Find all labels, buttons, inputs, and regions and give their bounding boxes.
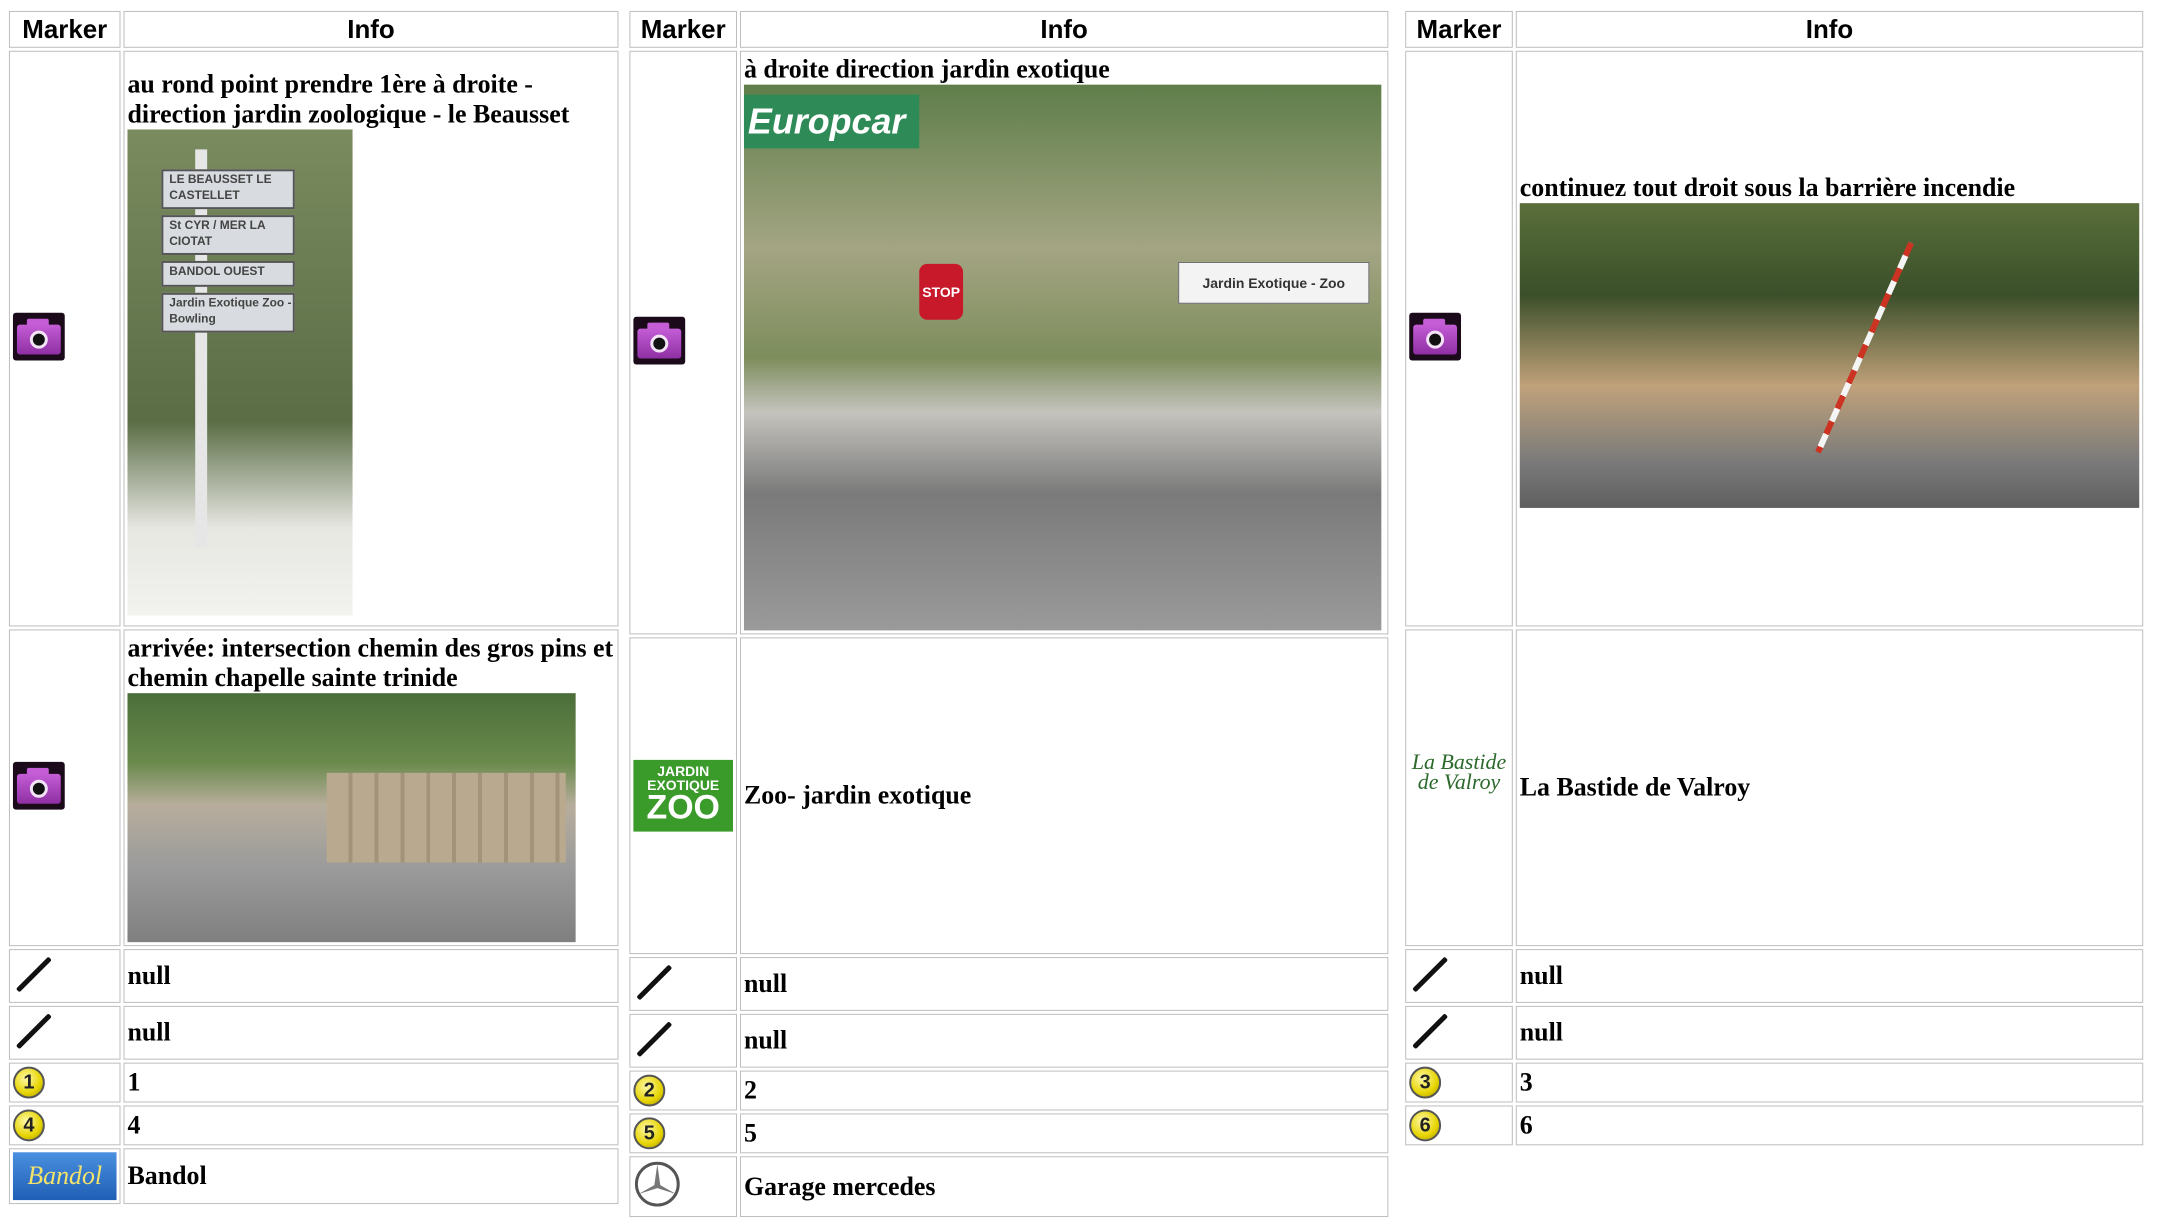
info-text: 4 [123,1105,619,1146]
info-text: null [739,957,1389,1011]
line-icon[interactable] [1409,1010,1449,1050]
table-row[interactable]: null [8,1005,619,1060]
number-5-icon[interactable]: 5 [633,1117,666,1150]
info-text: Zoo- jardin exotique [739,637,1389,955]
info-text: 6 [1515,1105,2144,1146]
line-icon[interactable] [633,1018,673,1058]
jardin-exotique-sign: Jardin Exotique - Zoo [1178,261,1370,304]
table-row[interactable]: 1 1 [8,1062,619,1103]
number-4-icon[interactable]: 4 [12,1109,45,1142]
info-text: null [123,949,619,1003]
camera-icon[interactable] [1409,312,1462,361]
table-row[interactable]: 4 4 [8,1105,619,1146]
bandol-logo[interactable]: Bandol [12,1152,117,1201]
line-icon[interactable] [633,962,673,1002]
header-info: Info [1515,10,2144,48]
photo-junction[interactable]: Europcar STOP Jardin Exotique - Zoo [743,84,1382,631]
marker-table-2: Marker Info à droite direction jardin ex… [626,8,1391,1220]
photo-road-signs[interactable]: LE BEAUSSET LE CASTELLET St CYR / MER LA… [127,129,353,616]
info-text: Garage mercedes [739,1156,1389,1218]
table-row[interactable]: JARDIN EXOTIQUE ZOO Zoo- jardin exotique [629,637,1389,955]
table-row[interactable]: arrivée: intersection chemin des gros pi… [8,629,619,947]
info-text: Bandol [123,1148,619,1205]
line-icon[interactable] [13,1010,53,1050]
header-marker: Marker [1405,10,1513,48]
header-marker: Marker [629,10,737,48]
table-row[interactable]: à droite direction jardin exotique Europ… [629,50,1389,635]
info-text: null [1515,949,2144,1003]
table-row[interactable]: null [1405,949,2144,1003]
table-row[interactable]: null [629,1013,1389,1068]
zoo-logo[interactable]: JARDIN EXOTIQUE ZOO [633,759,733,832]
info-text: continuez tout droit sous la barrière in… [1519,173,2016,203]
line-icon[interactable] [1409,954,1449,994]
header-info: Info [739,10,1389,48]
info-text: La Bastide de Valroy [1515,629,2144,947]
info-text: arrivée: intersection chemin des gros pi… [127,633,614,693]
table-row[interactable]: Bandol Bandol [8,1148,619,1205]
sign-jardin-exotique: Jardin Exotique Zoo - Bowling [161,292,295,333]
table-row[interactable]: Garage mercedes [629,1156,1389,1218]
table-row[interactable]: null [8,949,619,1003]
marker-table-1: Marker Info au rond point prendre 1ère à… [6,8,621,1207]
info-text: 1 [123,1062,619,1103]
table-row[interactable]: 5 5 [629,1113,1389,1154]
table-row[interactable]: 6 6 [1405,1105,2144,1146]
number-6-icon[interactable]: 6 [1409,1109,1442,1142]
photo-barrier[interactable] [1519,203,2140,508]
mercedes-logo[interactable] [633,1160,681,1208]
bastide-logo[interactable]: La Bastide de Valroy [1409,750,1509,826]
table-row[interactable]: La Bastide de Valroy La Bastide de Valro… [1405,629,2144,947]
header-marker: Marker [8,10,121,48]
info-text: à droite direction jardin exotique [743,54,1110,84]
info-text: null [739,1013,1389,1068]
sign-le-beausset: LE BEAUSSET LE CASTELLET [161,169,295,210]
info-text: 3 [1515,1062,2144,1103]
photo-intersection[interactable] [127,693,576,943]
sign-bandol: BANDOL OUEST [161,260,295,287]
table-row[interactable]: 2 2 [629,1070,1389,1111]
table-row[interactable]: 3 3 [1405,1062,2144,1103]
europcar-billboard: Europcar [743,94,920,149]
camera-icon[interactable] [633,316,686,365]
camera-icon[interactable] [12,761,65,810]
info-text: null [1515,1005,2144,1060]
sign-st-cyr: St CYR / MER LA CIOTAT [161,215,295,255]
info-text: au rond point prendre 1ère à droite - di… [127,69,570,129]
camera-icon[interactable] [12,312,65,361]
line-icon[interactable] [13,954,53,994]
table-row[interactable]: continuez tout droit sous la barrière in… [1405,50,2144,627]
page: Marker Info au rond point prendre 1ère à… [0,0,2152,1221]
table-row[interactable]: null [1405,1005,2144,1060]
stop-sign: STOP [919,263,964,320]
header-info: Info [123,10,619,48]
number-3-icon[interactable]: 3 [1409,1066,1442,1099]
info-text: 5 [739,1113,1389,1154]
number-1-icon[interactable]: 1 [12,1066,45,1099]
marker-table-3: Marker Info continuez tout droit sous la… [1402,8,2146,1148]
info-text: 2 [739,1070,1389,1111]
table-row[interactable]: au rond point prendre 1ère à droite - di… [8,50,619,627]
info-text: null [123,1005,619,1060]
table-row[interactable]: null [629,957,1389,1011]
number-2-icon[interactable]: 2 [633,1074,666,1107]
